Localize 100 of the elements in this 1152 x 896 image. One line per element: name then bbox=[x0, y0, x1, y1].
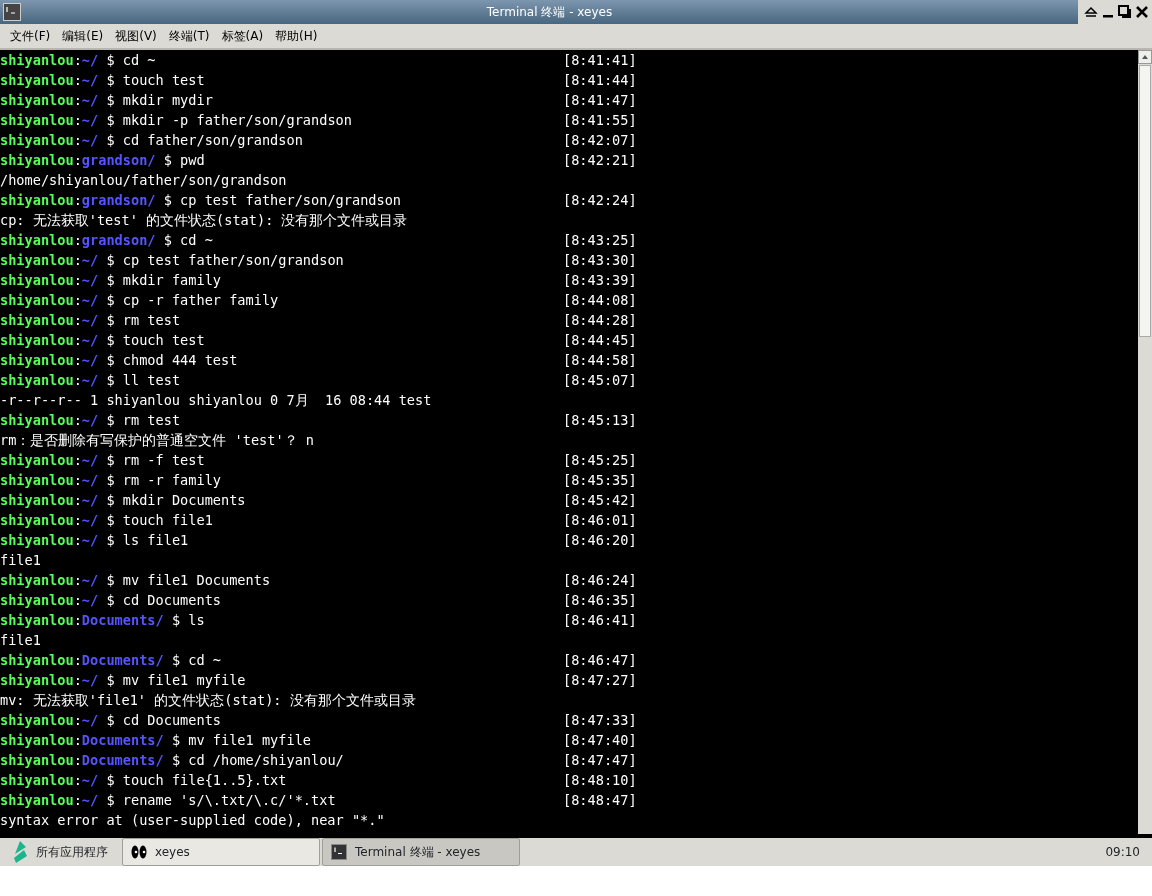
prompt-directory: ~/ bbox=[81, 491, 99, 510]
prompt-user: shiyanlou bbox=[0, 371, 74, 390]
prompt-directory: ~/ bbox=[81, 571, 99, 590]
prompt-separator: : bbox=[73, 411, 82, 430]
eyes-icon bbox=[131, 845, 147, 859]
prompt-separator: : bbox=[73, 331, 82, 350]
command-text: $ cp test father/son/grandson bbox=[162, 191, 402, 210]
command-text: $ cd father/son/grandson bbox=[105, 131, 303, 150]
timestamp: [8:47:33] bbox=[563, 711, 637, 730]
command-text: $ mv file1 Documents bbox=[105, 571, 271, 590]
start-menu-label[interactable]: 所有应用程序 bbox=[36, 843, 108, 861]
timestamp: [8:47:47] bbox=[563, 751, 637, 770]
command-text: $ rm test bbox=[105, 411, 181, 430]
prompt-separator: : bbox=[73, 311, 82, 330]
maximize-icon[interactable] bbox=[1118, 5, 1132, 19]
prompt-user: shiyanlou bbox=[0, 771, 74, 790]
timestamp: [8:43:25] bbox=[563, 231, 637, 250]
prompt-directory: Documents/ bbox=[81, 611, 164, 630]
command-text: $ rm -f test bbox=[105, 451, 205, 470]
prompt-separator: : bbox=[73, 471, 82, 490]
prompt-directory: ~/ bbox=[81, 671, 99, 690]
command-text: $ cd ~ bbox=[105, 51, 156, 70]
terminal-icon[interactable] bbox=[3, 3, 21, 21]
prompt-separator: : bbox=[73, 611, 82, 630]
prompt-separator: : bbox=[73, 711, 82, 730]
timestamp: [8:43:30] bbox=[563, 251, 637, 270]
command-text: $ touch test bbox=[105, 331, 205, 350]
close-icon[interactable] bbox=[1136, 6, 1148, 18]
menu-item[interactable]: 终端(T) bbox=[162, 27, 216, 45]
prompt-directory: ~/ bbox=[81, 131, 99, 150]
taskbar-button[interactable]: Terminal 终端 - xeyes bbox=[322, 838, 520, 866]
prompt-user: shiyanlou bbox=[0, 151, 74, 170]
command-text: $ touch file1 bbox=[105, 511, 213, 530]
command-text: $ cd /home/shiyanlou/ bbox=[170, 751, 344, 770]
prompt-separator: : bbox=[73, 351, 82, 370]
timestamp: [8:42:21] bbox=[563, 151, 637, 170]
menu-item[interactable]: 标签(A) bbox=[215, 27, 270, 45]
output-text: file1 bbox=[0, 631, 41, 650]
output-text: rm：是否删除有写保护的普通空文件 'test'？ n bbox=[0, 431, 315, 450]
prompt-directory: ~/ bbox=[81, 91, 99, 110]
timestamp: [8:44:45] bbox=[563, 331, 637, 350]
prompt-user: shiyanlou bbox=[0, 711, 74, 730]
command-text: $ cp test father/son/grandson bbox=[105, 251, 344, 270]
menu-item[interactable]: 编辑(E) bbox=[56, 27, 110, 45]
clock: 09:10 bbox=[1105, 844, 1141, 861]
command-text: $ cd ~ bbox=[170, 651, 221, 670]
prompt-user: shiyanlou bbox=[0, 531, 74, 550]
window-title: Terminal 终端 - xeyes bbox=[485, 4, 614, 21]
prompt-directory: ~/ bbox=[81, 311, 99, 330]
prompt-separator: : bbox=[73, 731, 82, 750]
output-text: cp: 无法获取'test' 的文件状态(stat): 没有那个文件或目录 bbox=[0, 211, 408, 230]
command-text: $ cd Documents bbox=[105, 711, 221, 730]
prompt-separator: : bbox=[73, 51, 82, 70]
output-text: mv: 无法获取'file1' 的文件状态(stat): 没有那个文件或目录 bbox=[0, 691, 416, 710]
prompt-separator: : bbox=[73, 151, 82, 170]
prompt-separator: : bbox=[73, 111, 82, 130]
prompt-directory: Documents/ bbox=[81, 731, 164, 750]
prompt-user: shiyanlou bbox=[0, 651, 74, 670]
scroll-up-icon[interactable] bbox=[1138, 50, 1152, 64]
taskbar-button[interactable]: xeyes bbox=[122, 838, 320, 866]
prompt-user: shiyanlou bbox=[0, 411, 74, 430]
menu-item[interactable]: 文件(F) bbox=[4, 27, 57, 45]
prompt-directory: ~/ bbox=[81, 791, 99, 810]
prompt-user: shiyanlou bbox=[0, 231, 74, 250]
timestamp: [8:44:08] bbox=[563, 291, 637, 310]
menu-item[interactable]: 帮助(H) bbox=[269, 27, 324, 45]
prompt-separator: : bbox=[73, 751, 82, 770]
command-text: $ rename 's/\.txt/\.c/'*.txt bbox=[105, 791, 336, 810]
task-label: xeyes bbox=[155, 844, 190, 861]
timestamp: [8:45:35] bbox=[563, 471, 637, 490]
prompt-separator: : bbox=[73, 651, 82, 670]
timestamp: [8:42:07] bbox=[563, 131, 637, 150]
timestamp: [8:45:25] bbox=[563, 451, 637, 470]
timestamp: [8:46:01] bbox=[563, 511, 637, 530]
prompt-separator: : bbox=[73, 231, 82, 250]
prompt-user: shiyanlou bbox=[0, 111, 74, 130]
shade-icon[interactable] bbox=[1084, 6, 1098, 18]
terminal-icon bbox=[331, 844, 347, 860]
command-text: $ ls file1 bbox=[105, 531, 189, 550]
command-text: $ cp -r father family bbox=[105, 291, 279, 310]
prompt-separator: : bbox=[73, 91, 82, 110]
timestamp: [8:48:47] bbox=[563, 791, 637, 810]
prompt-separator: : bbox=[73, 251, 82, 270]
output-text: syntax error at (user-supplied code), near "*." bbox=[0, 811, 385, 830]
output-text: /home/shiyanlou/father/son/grandson bbox=[0, 171, 287, 190]
timestamp: [8:45:13] bbox=[563, 411, 637, 430]
scroll-bar[interactable] bbox=[1138, 50, 1152, 834]
prompt-user: shiyanlou bbox=[0, 71, 74, 90]
timestamp: [8:45:42] bbox=[563, 491, 637, 510]
command-text: $ pwd bbox=[162, 151, 205, 170]
prompt-directory: grandson/ bbox=[81, 151, 156, 170]
command-text: $ cd ~ bbox=[162, 231, 213, 250]
menu-item[interactable]: 视图(V) bbox=[109, 27, 163, 45]
output-text: file1 bbox=[0, 551, 41, 570]
prompt-user: shiyanlou bbox=[0, 351, 74, 370]
command-text: $ touch file{1..5}.txt bbox=[105, 771, 287, 790]
scroll-thumb[interactable] bbox=[1139, 65, 1151, 337]
output-text: -r--r--r-- 1 shiyanlou shiyanlou 0 7月 16 08:44 test bbox=[0, 391, 432, 410]
prompt-user: shiyanlou bbox=[0, 671, 74, 690]
prompt-separator: : bbox=[73, 371, 82, 390]
